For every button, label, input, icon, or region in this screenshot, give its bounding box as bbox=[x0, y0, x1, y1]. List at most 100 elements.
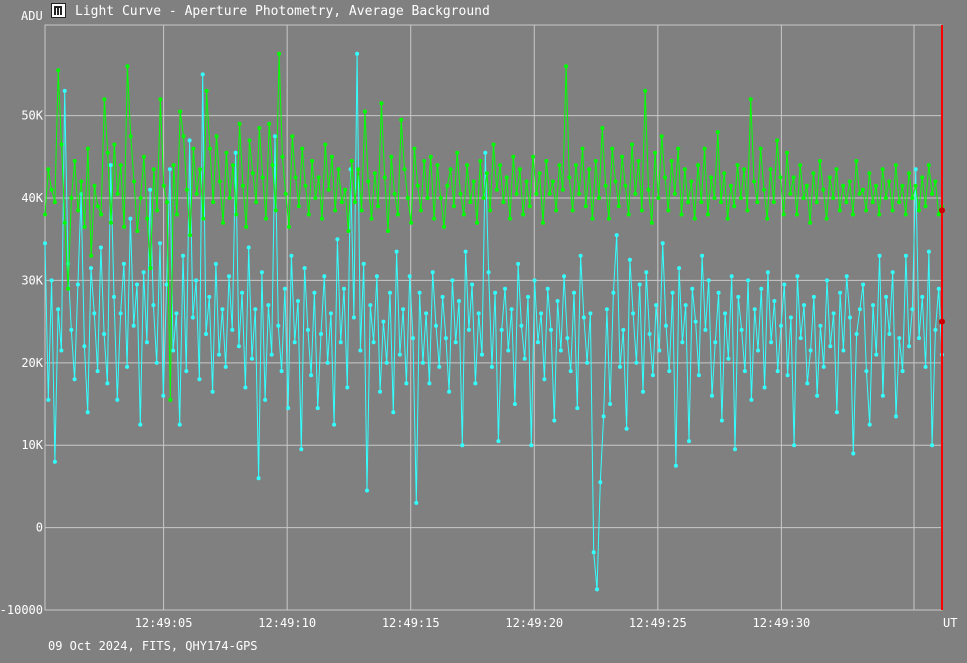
data-point bbox=[342, 286, 346, 291]
data-point bbox=[478, 159, 483, 163]
data-point bbox=[524, 179, 529, 184]
data-point bbox=[512, 402, 517, 406]
data-point bbox=[537, 171, 542, 176]
data-point bbox=[702, 146, 707, 151]
data-point bbox=[527, 204, 532, 209]
data-point bbox=[310, 159, 315, 163]
data-point bbox=[52, 200, 57, 205]
data-point bbox=[388, 290, 392, 295]
data-point bbox=[581, 315, 586, 320]
data-point bbox=[713, 340, 718, 345]
data-point bbox=[710, 393, 714, 398]
data-point bbox=[818, 323, 823, 328]
data-point bbox=[690, 286, 695, 291]
data-point bbox=[716, 290, 721, 295]
data-point bbox=[445, 183, 450, 188]
data-point bbox=[372, 171, 377, 176]
data-point bbox=[679, 212, 684, 217]
data-point bbox=[102, 332, 107, 336]
data-point bbox=[519, 323, 524, 328]
data-point bbox=[300, 146, 305, 151]
data-point bbox=[118, 163, 123, 168]
data-point bbox=[765, 216, 770, 221]
data-point bbox=[435, 163, 440, 168]
data-point bbox=[453, 340, 458, 345]
data-point bbox=[207, 146, 212, 151]
data-point bbox=[135, 229, 140, 233]
y-tick-label: 10K bbox=[21, 438, 43, 452]
data-point bbox=[779, 323, 783, 328]
data-point bbox=[191, 146, 196, 151]
data-point bbox=[545, 286, 550, 291]
data-point bbox=[693, 319, 698, 324]
data-point bbox=[82, 344, 87, 349]
data-point bbox=[841, 183, 846, 188]
data-point bbox=[59, 142, 64, 147]
data-point bbox=[874, 352, 879, 357]
data-point bbox=[606, 216, 611, 221]
data-point bbox=[877, 212, 882, 217]
data-point bbox=[315, 406, 320, 411]
data-point bbox=[769, 340, 774, 345]
data-point bbox=[76, 208, 80, 213]
data-point bbox=[639, 208, 644, 213]
light-curve-chart[interactable]: -10000 0 10K 20K 30K 40K 50K 12:49:05 12:49:10 12… bbox=[0, 0, 967, 663]
data-point bbox=[109, 220, 113, 225]
data-point bbox=[309, 373, 314, 378]
data-point bbox=[259, 270, 264, 275]
data-point bbox=[771, 200, 776, 205]
data-point bbox=[689, 179, 694, 184]
data-point bbox=[646, 187, 651, 192]
data-point bbox=[471, 179, 476, 184]
data-point bbox=[535, 340, 540, 345]
data-point bbox=[79, 179, 84, 184]
data-point bbox=[335, 237, 340, 242]
data-point bbox=[381, 319, 386, 324]
data-point bbox=[401, 307, 406, 312]
data-point bbox=[614, 233, 619, 238]
data-point bbox=[860, 187, 865, 192]
data-point bbox=[82, 224, 87, 229]
data-point bbox=[542, 377, 547, 382]
data-point bbox=[626, 212, 631, 217]
data-point bbox=[765, 270, 770, 275]
data-point bbox=[305, 327, 310, 332]
data-point bbox=[489, 364, 494, 369]
data-point bbox=[207, 294, 212, 299]
data-point bbox=[161, 393, 166, 398]
data-point bbox=[200, 72, 205, 77]
data-point bbox=[521, 212, 526, 217]
data-point bbox=[532, 278, 537, 283]
data-point bbox=[554, 208, 559, 213]
data-point bbox=[828, 344, 833, 349]
data-point bbox=[618, 364, 622, 369]
data-point bbox=[506, 348, 511, 353]
data-point bbox=[883, 196, 888, 200]
data-point bbox=[72, 159, 77, 163]
data-point bbox=[884, 294, 889, 299]
data-point bbox=[424, 311, 429, 316]
data-point bbox=[649, 220, 654, 225]
data-point bbox=[630, 142, 634, 147]
data-point bbox=[237, 121, 242, 126]
data-point bbox=[696, 163, 700, 168]
data-point bbox=[89, 253, 94, 258]
data-point bbox=[696, 373, 701, 378]
data-point bbox=[733, 447, 737, 452]
data-point bbox=[600, 126, 605, 130]
data-point bbox=[98, 245, 103, 250]
data-point bbox=[491, 142, 496, 147]
data-point bbox=[577, 191, 582, 196]
data-point bbox=[412, 146, 417, 151]
data-point bbox=[437, 364, 442, 369]
data-point bbox=[198, 167, 202, 172]
data-point bbox=[85, 410, 90, 415]
data-point bbox=[590, 216, 595, 221]
data-point bbox=[379, 101, 384, 106]
data-point bbox=[323, 142, 328, 147]
data-point bbox=[283, 191, 288, 196]
data-point bbox=[603, 183, 608, 188]
data-point bbox=[890, 270, 895, 275]
data-point bbox=[725, 216, 730, 221]
data-point bbox=[611, 290, 616, 295]
